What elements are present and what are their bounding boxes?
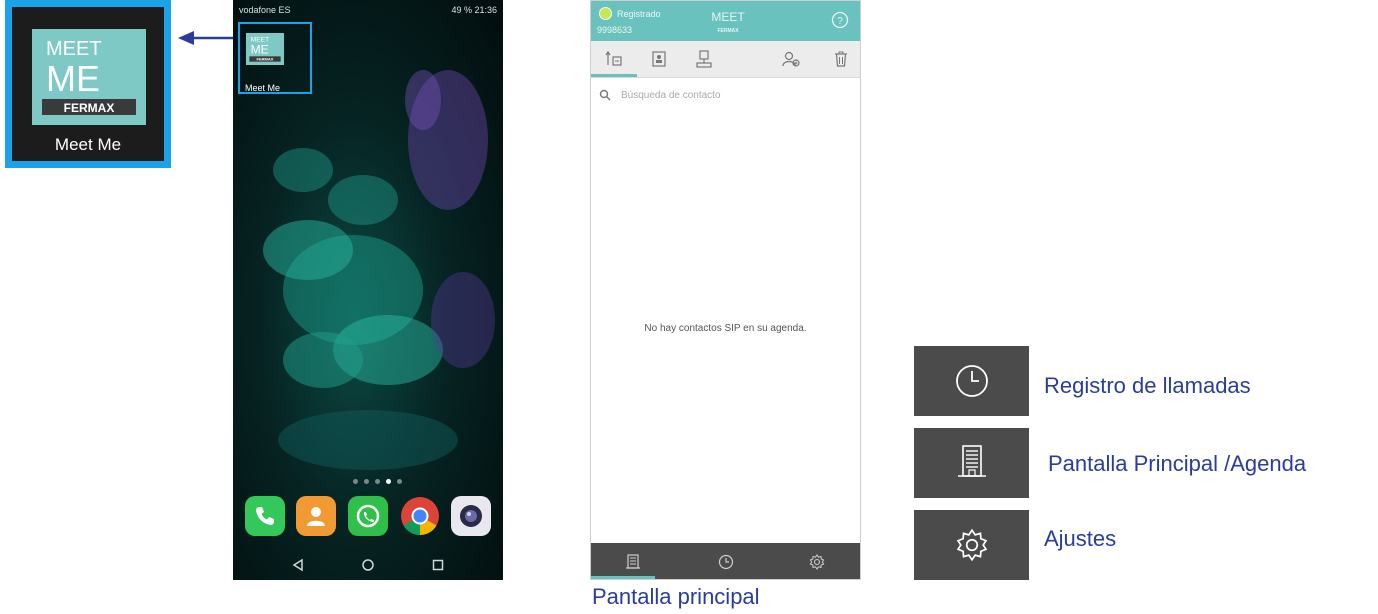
contact-search	[599, 89, 849, 101]
svg-text:FERMAX: FERMAX	[64, 101, 115, 115]
carrier-label: vodafone ES	[239, 5, 291, 15]
page-indicator	[353, 479, 402, 484]
delete-icon[interactable]	[831, 49, 851, 69]
whatsapp-icon[interactable]	[347, 496, 388, 536]
meet-me-logo-icon: MEET ME FERMAX	[246, 33, 284, 65]
dock	[233, 496, 503, 536]
meet-me-logo-icon: MEET ME FERMAX	[32, 29, 146, 125]
back-icon[interactable]	[291, 558, 305, 572]
camera-icon[interactable]	[451, 496, 492, 536]
clock-icon	[955, 365, 988, 397]
active-tab-indicator	[591, 74, 637, 77]
sort-contacts-icon[interactable]	[604, 49, 624, 69]
home-icon-label: Meet Me	[245, 83, 281, 93]
legend-building-box	[914, 428, 1029, 498]
screen-caption: Pantalla principal	[592, 584, 760, 609]
home-icon[interactable]	[361, 558, 375, 572]
svg-text:MEET: MEET	[711, 10, 745, 24]
legend-label-main-screen: Pantalla Principal /Agenda	[1048, 451, 1307, 476]
contact-card-icon[interactable]	[649, 49, 669, 69]
arrow-left-icon	[178, 31, 234, 45]
building-icon	[957, 445, 986, 477]
phone-icon[interactable]	[244, 496, 285, 536]
active-nav-indicator	[591, 576, 655, 579]
svg-text:?: ?	[837, 16, 843, 27]
chrome-icon[interactable]	[400, 496, 440, 536]
clock-icon[interactable]	[717, 553, 735, 571]
phone-home-screen: vodafone ES 49 % 21:36 MEET ME FERMAX Me…	[233, 0, 503, 580]
search-icon	[599, 89, 611, 101]
building-icon[interactable]	[624, 553, 642, 571]
legend-gear-box	[914, 510, 1029, 580]
android-nav-bar	[233, 552, 503, 578]
svg-text:FERMAX: FERMAX	[257, 57, 274, 62]
home-meet-me-icon[interactable]: MEET ME FERMAX Meet Me	[238, 22, 312, 94]
registration-status: Registrado	[599, 7, 661, 20]
zoomed-app-icon[interactable]: MEET ME FERMAX Meet Me	[5, 0, 171, 168]
app-header: Registrado 9998633 MEET FERMAX ?	[591, 1, 860, 41]
search-input[interactable]	[621, 89, 821, 101]
legend-label-settings: Ajustes	[1044, 526, 1117, 551]
app-label: Meet Me	[54, 135, 122, 154]
svg-text:FERMAX: FERMAX	[717, 28, 739, 34]
svg-text:ME: ME	[251, 43, 269, 57]
gear-icon	[956, 528, 987, 562]
legend-clock-box	[914, 346, 1029, 416]
panel-building-icon[interactable]	[694, 49, 714, 69]
app-toolbar	[591, 41, 860, 78]
recents-icon[interactable]	[431, 558, 445, 572]
gear-icon[interactable]	[808, 553, 826, 571]
add-contact-icon[interactable]	[781, 49, 801, 69]
app-main-screen: Registrado 9998633 MEET FERMAX ? Búsqued…	[590, 0, 861, 580]
battery-time-label: 49 % 21:36	[451, 5, 497, 15]
legend-label-call-log: Registro de llamadas	[1044, 373, 1251, 398]
empty-contacts-message: No hay contactos SIP en su agenda.	[644, 323, 807, 334]
contacts-icon[interactable]	[296, 496, 337, 536]
sip-number: 9998633	[597, 25, 633, 35]
status-bar: vodafone ES 49 % 21:36	[233, 0, 503, 20]
registration-label: Registrado	[617, 8, 661, 19]
status-dot-icon	[599, 7, 612, 20]
help-icon[interactable]: ?	[831, 11, 849, 29]
svg-text:ME: ME	[46, 58, 100, 99]
meet-me-brand-icon: MEET FERMAX	[711, 10, 745, 34]
svg-text:MEET: MEET	[46, 38, 102, 60]
bottom-nav	[591, 543, 860, 579]
